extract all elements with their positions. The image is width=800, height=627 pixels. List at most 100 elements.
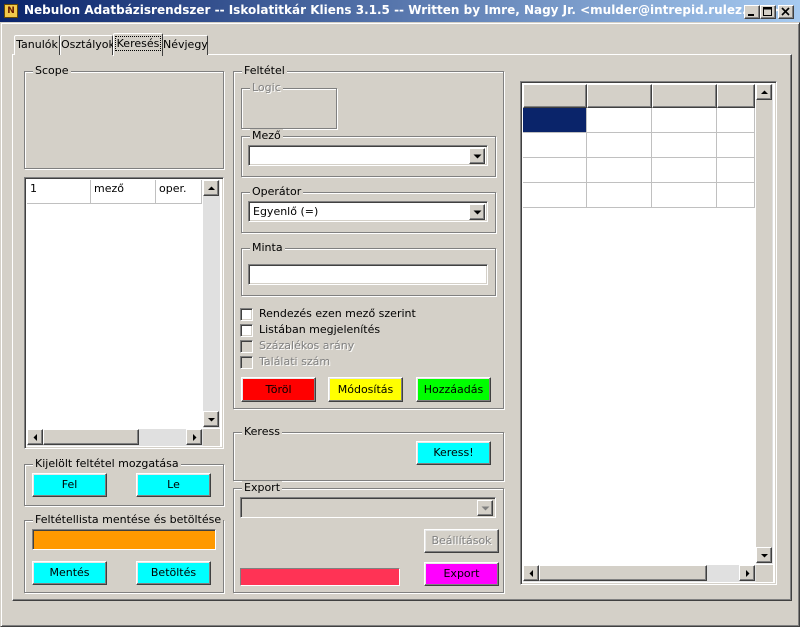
export-button[interactable]: Export: [424, 562, 499, 586]
grid-cell[interactable]: [717, 133, 755, 158]
move-group-label: Kijelölt feltétel mozgatása: [33, 457, 181, 470]
field-dropdown-button[interactable]: [469, 148, 485, 164]
scroll-up-button[interactable]: [756, 84, 772, 100]
pattern-label: Minta: [250, 241, 285, 254]
grid-cell[interactable]: [717, 158, 755, 183]
scroll-right-button[interactable]: [186, 429, 202, 445]
grid-vscroll-area: [756, 100, 772, 548]
arrow-left-icon: [33, 434, 37, 441]
close-button[interactable]: [778, 5, 794, 19]
show-in-list-checkbox-label: Listában megjelenítés: [259, 323, 381, 336]
app-icon[interactable]: N: [4, 4, 18, 18]
grid-cell[interactable]: [652, 108, 717, 133]
hit-count-checkbox-label: Találati szám: [259, 355, 331, 368]
grid-cell[interactable]: [587, 108, 652, 133]
tab-tanulok[interactable]: Tanulók: [14, 35, 60, 55]
logic-label: Logic: [250, 81, 283, 94]
save-button[interactable]: Mentés: [32, 561, 107, 585]
scroll-up-button[interactable]: [203, 180, 219, 196]
chevron-down-icon: [473, 210, 482, 215]
down-button[interactable]: Le: [136, 473, 211, 497]
tab-label: Tanulók: [16, 38, 58, 51]
grid-cell[interactable]: [523, 133, 587, 158]
tab-osztalyok[interactable]: Osztályok: [60, 35, 115, 55]
grid-cell[interactable]: [523, 158, 587, 183]
show-in-list-checkbox[interactable]: [240, 324, 253, 337]
grid-cell[interactable]: [652, 133, 717, 158]
add-button[interactable]: Hozzáadás: [416, 377, 491, 402]
criteria-list[interactable]: 1 mező oper.: [24, 177, 224, 449]
minimize-icon: [748, 14, 754, 16]
export-settings-button: Beállítások: [424, 529, 499, 553]
scope-label: Scope: [33, 64, 71, 77]
grid-hscrollbar[interactable]: [523, 565, 756, 582]
up-button[interactable]: Fel: [32, 473, 107, 497]
maximize-icon: [763, 7, 772, 16]
arrow-left-icon: [529, 570, 533, 577]
tab-nevjegy[interactable]: Névjegy: [162, 35, 208, 55]
field-label: Mező: [250, 129, 283, 142]
search-group-label: Keress: [242, 425, 282, 438]
tab-kereses[interactable]: Keresés: [113, 33, 163, 56]
grid-vscrollbar[interactable]: [756, 84, 773, 564]
modify-button[interactable]: Módosítás: [328, 377, 403, 402]
operator-select[interactable]: Egyenlő (=): [248, 201, 488, 222]
arrow-up-icon: [761, 90, 768, 94]
grid-header-cell[interactable]: [523, 84, 587, 108]
chevron-down-icon: [481, 506, 490, 511]
scroll-down-button[interactable]: [203, 411, 219, 427]
filename-input[interactable]: [32, 529, 216, 550]
field-select[interactable]: [248, 145, 488, 166]
operator-dropdown-button[interactable]: [469, 204, 485, 220]
criteria-cell[interactable]: mező: [91, 180, 156, 204]
save-load-group-label: Feltétellista mentése és betöltése: [33, 513, 224, 526]
export-format-select: [240, 497, 496, 518]
scroll-thumb[interactable]: [539, 565, 707, 581]
logic-group: Logic: [241, 81, 337, 129]
arrow-right-icon: [746, 570, 750, 577]
grid-cell[interactable]: [523, 183, 587, 208]
grid-cell[interactable]: [717, 108, 755, 133]
export-group-label: Export: [242, 481, 283, 494]
scroll-corner: [203, 429, 220, 446]
scroll-right-button[interactable]: [739, 565, 755, 581]
scroll-down-button[interactable]: [756, 547, 772, 563]
scroll-left-button[interactable]: [27, 429, 43, 445]
condition-group-label: Feltétel: [242, 64, 287, 77]
grid-cell[interactable]: [587, 158, 652, 183]
operator-select-value: Egyenlő (=): [253, 205, 319, 218]
criteria-vscrollbar[interactable]: [203, 180, 220, 428]
tab-label: Keresés: [114, 36, 162, 51]
grid-header-cell[interactable]: [652, 84, 717, 108]
hit-count-checkbox: [240, 356, 253, 369]
minimize-button[interactable]: [744, 5, 760, 19]
grid-cell[interactable]: [587, 183, 652, 208]
export-progress-bar: [240, 568, 400, 586]
criteria-hscrollbar[interactable]: [27, 429, 203, 446]
grid-header-cell[interactable]: [587, 84, 652, 108]
grid-cell[interactable]: [652, 158, 717, 183]
grid-cell[interactable]: [652, 183, 717, 208]
load-button[interactable]: Betöltés: [136, 561, 211, 585]
maximize-button[interactable]: [760, 5, 776, 19]
arrow-down-icon: [761, 554, 768, 558]
percentage-checkbox-label: Százalékos arány: [259, 339, 355, 352]
grid-cell-selected[interactable]: [523, 108, 587, 133]
delete-button[interactable]: Töröl: [241, 377, 316, 402]
sort-checkbox[interactable]: [240, 308, 253, 321]
scroll-left-button[interactable]: [523, 565, 539, 581]
chevron-down-icon: [473, 154, 482, 159]
grid-cell[interactable]: [587, 133, 652, 158]
export-format-dropdown-button: [477, 500, 493, 516]
scroll-thumb[interactable]: [43, 429, 139, 445]
criteria-cell[interactable]: 1: [27, 180, 91, 204]
scope-group: Scope: [24, 64, 224, 169]
scroll-corner: [756, 565, 773, 582]
grid-header-cell[interactable]: [717, 84, 755, 108]
result-grid[interactable]: [520, 81, 777, 585]
grid-cell[interactable]: [717, 183, 755, 208]
pattern-input[interactable]: [248, 264, 488, 285]
search-button[interactable]: Keress!: [416, 441, 491, 465]
percentage-checkbox: [240, 340, 253, 353]
criteria-cell[interactable]: oper.: [156, 180, 202, 204]
